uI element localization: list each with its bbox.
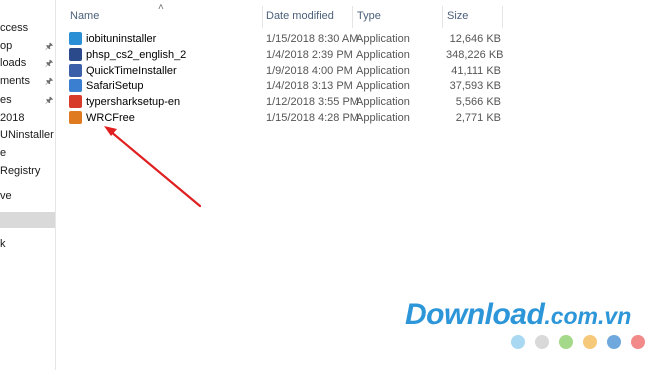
watermark-dot (511, 335, 525, 349)
watermark-dot (583, 335, 597, 349)
watermark-dot (559, 335, 573, 349)
watermark-dot (535, 335, 549, 349)
watermark-text: Download (405, 298, 545, 331)
watermark-dot (607, 335, 621, 349)
download-watermark-logo: Download.com.vn (405, 298, 631, 333)
watermark-dot (631, 335, 645, 349)
watermark-domain: .com.vn (544, 303, 632, 329)
